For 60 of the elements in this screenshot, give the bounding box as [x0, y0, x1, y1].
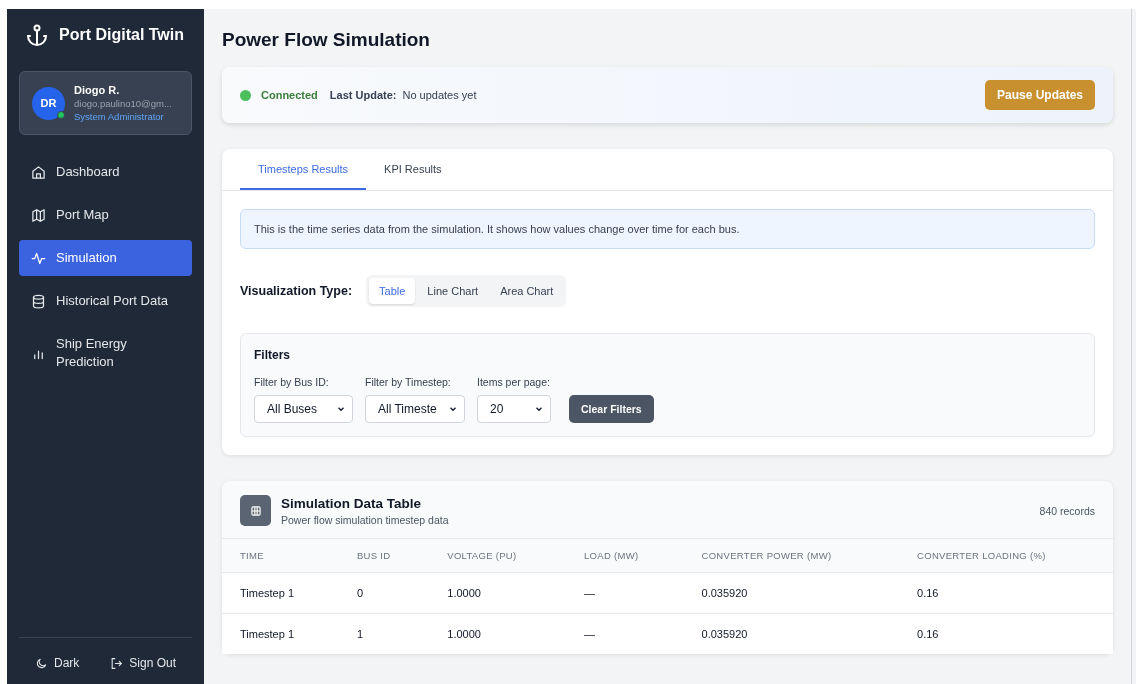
table-cell: 1.0000 [429, 572, 566, 614]
filter-label: Items per page: [477, 376, 550, 388]
column-header: TIME [222, 538, 339, 573]
select-field[interactable]: 20 [477, 395, 551, 423]
table-cell: Timestep 1 [222, 572, 339, 614]
anchor-icon [25, 23, 49, 47]
column-header: LOAD (MW) [566, 538, 684, 573]
tab[interactable]: KPI Results [366, 149, 460, 190]
view-option[interactable]: Line Chart [417, 278, 489, 304]
filter-label: Filter by Timestep: [365, 376, 451, 388]
table-title: Simulation Data Table [281, 495, 422, 511]
table-cell: 0 [338, 572, 430, 614]
table-cell: Timestep 1 [222, 613, 339, 654]
app-title: Port Digital Twin [59, 26, 185, 44]
table-cell: — [566, 572, 684, 614]
info-banner: This is the time series data from the simulation. It shows how values change over time for each bus. [240, 209, 1095, 249]
table-cell: 0.16 [899, 613, 1113, 654]
select-field[interactable]: All Buses [254, 395, 353, 423]
update-label: Last Update: [329, 89, 397, 101]
column-header: CONVERTER LOADING (%) [899, 538, 1113, 573]
theme-toggle[interactable]: Dark [29, 652, 86, 674]
table-cell: 0.035920 [683, 613, 900, 654]
connection-status: Connected [261, 89, 318, 101]
nav-item[interactable]: Historical Port Data [19, 283, 192, 319]
select-field[interactable]: All Timeste [365, 395, 465, 423]
moon-icon [35, 656, 48, 670]
avatar: DR [32, 86, 65, 120]
record-count: 840 records [1039, 504, 1095, 517]
table-cell: — [566, 613, 684, 654]
table-subtitle: Power flow simulation timestep data [281, 513, 449, 526]
update-value: No updates yet [402, 89, 477, 101]
nav-item[interactable]: Simulation [19, 240, 192, 276]
nav-item[interactable]: Ship Energy Prediction [19, 326, 192, 380]
home-icon [31, 164, 46, 180]
logout-icon [110, 656, 124, 670]
page-title: Power Flow Simulation [222, 29, 431, 51]
nav-item[interactable]: Port Map [19, 197, 192, 233]
table-cell: 1.0000 [429, 613, 566, 654]
nav-item[interactable]: Dashboard [19, 154, 192, 190]
filter-label: Filter by Bus ID: [254, 376, 329, 388]
view-option[interactable]: Table [369, 278, 416, 304]
user-email: diogo.paulino10@gm... [74, 98, 172, 109]
map-icon [31, 207, 46, 223]
column-header: VOLTAGE (PU) [429, 538, 566, 573]
table-cell: 0.16 [899, 572, 1113, 614]
filters-title: Filters [254, 348, 290, 362]
sign-out-button[interactable]: Sign Out [104, 652, 182, 674]
table-cell: 0.035920 [683, 572, 900, 614]
user-role: System Administrator [74, 111, 165, 122]
tab[interactable]: Timesteps Results [240, 149, 367, 190]
user-name: Diogo R. [74, 84, 121, 96]
visualization-label: Visualization Type: [240, 284, 353, 298]
column-header: BUS ID [338, 538, 430, 573]
table-cell: 1 [338, 613, 430, 654]
column-header: CONVERTER POWER (MW) [683, 538, 900, 573]
table-icon [240, 495, 271, 526]
pulse-icon [31, 250, 46, 266]
view-option[interactable]: Area Chart [490, 278, 564, 304]
database-icon [31, 293, 46, 309]
clear-filters-button[interactable]: Clear Filters [569, 395, 654, 423]
